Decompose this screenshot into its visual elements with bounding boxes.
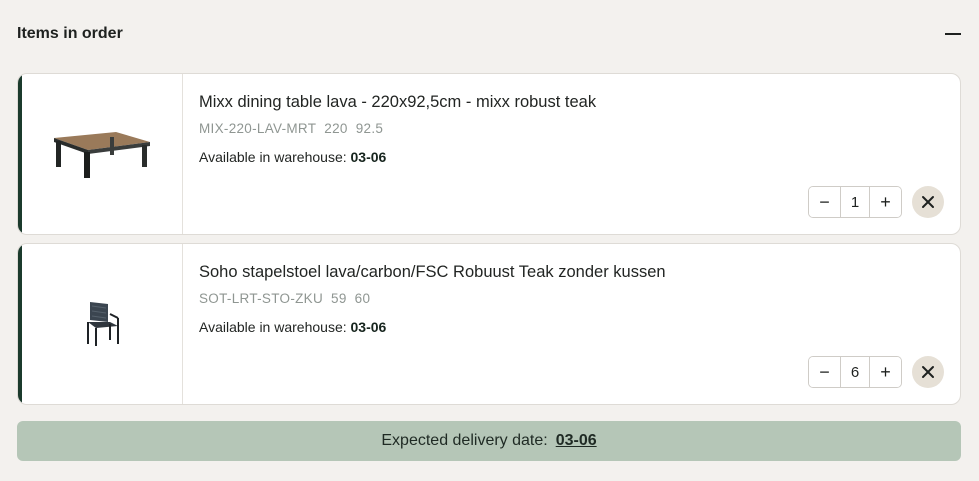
item-sku: MIX-220-LAV-MRT 220 92.5 (199, 121, 940, 136)
availability-date: 03-06 (350, 319, 387, 335)
quantity-stepper: − 6 + (808, 356, 902, 388)
delivery-date-link[interactable]: 03-06 (556, 432, 597, 450)
availability-label: Available in warehouse: (199, 149, 347, 165)
delivery-date-bar: Expected delivery date: 03-06 (17, 421, 961, 461)
item-details: Mixx dining table lava - 220x92,5cm - mi… (199, 92, 940, 165)
dimension-1: 59 (331, 291, 347, 306)
item-name[interactable]: Mixx dining table lava - 220x92,5cm - mi… (199, 92, 940, 112)
quantity-value[interactable]: 6 (840, 357, 870, 387)
availability: Available in warehouse: 03-06 (199, 319, 940, 335)
close-icon (922, 196, 934, 208)
availability-date: 03-06 (350, 149, 387, 165)
item-sku: SOT-LRT-STO-ZKU 59 60 (199, 291, 940, 306)
quantity-stepper: − 1 + (808, 186, 902, 218)
order-item: Mixx dining table lava - 220x92,5cm - mi… (17, 73, 961, 235)
remove-item-button[interactable] (912, 356, 944, 388)
close-icon (922, 366, 934, 378)
decrement-button[interactable]: − (809, 187, 840, 217)
minus-icon (945, 33, 961, 35)
dining-table-icon (54, 132, 150, 178)
increment-button[interactable]: + (870, 187, 901, 217)
section-header: Items in order (17, 22, 962, 46)
sku-code: SOT-LRT-STO-ZKU (199, 291, 324, 306)
stacking-chair-icon (87, 302, 119, 346)
remove-item-button[interactable] (912, 186, 944, 218)
availability-label: Available in warehouse: (199, 319, 347, 335)
section-title: Items in order (17, 25, 123, 42)
increment-button[interactable]: + (870, 357, 901, 387)
collapse-button[interactable] (944, 25, 962, 43)
product-thumbnail[interactable] (22, 74, 183, 234)
dimension-2: 92.5 (355, 121, 384, 136)
quantity-value[interactable]: 1 (840, 187, 870, 217)
delivery-label: Expected delivery date: (381, 432, 548, 449)
item-controls: − 1 + (808, 186, 944, 218)
availability: Available in warehouse: 03-06 (199, 149, 940, 165)
dimension-1: 220 (324, 121, 348, 136)
item-details: Soho stapelstoel lava/carbon/FSC Robuust… (199, 262, 940, 335)
item-controls: − 6 + (808, 356, 944, 388)
dimension-2: 60 (354, 291, 371, 306)
decrement-button[interactable]: − (809, 357, 840, 387)
sku-code: MIX-220-LAV-MRT (199, 121, 317, 136)
order-item: Soho stapelstoel lava/carbon/FSC Robuust… (17, 243, 961, 405)
item-name[interactable]: Soho stapelstoel lava/carbon/FSC Robuust… (199, 262, 940, 282)
product-thumbnail[interactable] (22, 244, 183, 404)
